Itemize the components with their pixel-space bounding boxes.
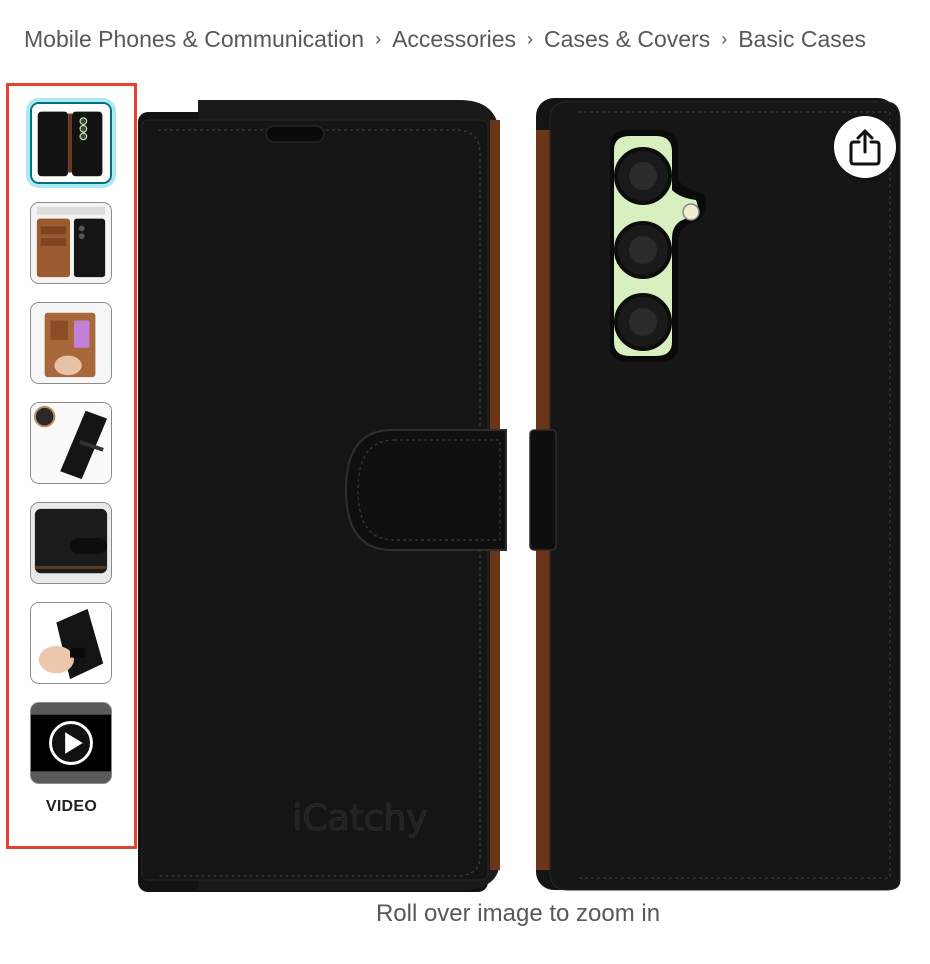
- thumbnail-image: [31, 203, 111, 283]
- thumbnail-image: [31, 403, 111, 483]
- breadcrumb-separator: ›: [375, 28, 382, 49]
- breadcrumb: Mobile Phones & Communication › Accessor…: [24, 24, 866, 54]
- thumbnail-1-front-back[interactable]: [30, 102, 112, 184]
- case-front: iCatchy: [138, 100, 507, 892]
- thumbnail-image: [31, 303, 111, 383]
- brand-emboss: iCatchy: [292, 798, 427, 839]
- breadcrumb-link-cases-covers[interactable]: Cases & Covers: [544, 26, 710, 53]
- video-label: VIDEO: [45, 798, 98, 815]
- thumbnail-6-hand-closed[interactable]: [30, 602, 112, 684]
- thumbnail-strip: VIDEO: [6, 83, 137, 849]
- breadcrumb-link-mobile-phones[interactable]: Mobile Phones & Communication: [24, 26, 364, 53]
- thumbnail-image: [32, 104, 110, 182]
- breadcrumb-separator: ›: [527, 28, 534, 49]
- breadcrumb-link-accessories[interactable]: Accessories: [392, 26, 516, 53]
- thumbnail-3-hand-open[interactable]: [30, 302, 112, 384]
- breadcrumb-separator: ›: [721, 28, 728, 49]
- thumbnail-2-open-case[interactable]: [30, 202, 112, 284]
- thumbnail-image: [31, 703, 111, 783]
- share-icon: [849, 129, 881, 166]
- thumbnail-image: [31, 603, 111, 683]
- zoom-hint: Roll over image to zoom in: [375, 900, 661, 927]
- thumbnail-5-closed-strap[interactable]: [30, 502, 112, 584]
- share-button[interactable]: [834, 116, 896, 178]
- main-product-image[interactable]: iCatchy: [138, 90, 902, 895]
- thumbnail-4-angle[interactable]: [30, 402, 112, 484]
- case-back: [529, 98, 901, 891]
- breadcrumb-link-basic-cases[interactable]: Basic Cases: [738, 26, 866, 53]
- thumbnail-7-video[interactable]: [30, 702, 112, 784]
- thumbnail-image: [31, 503, 111, 583]
